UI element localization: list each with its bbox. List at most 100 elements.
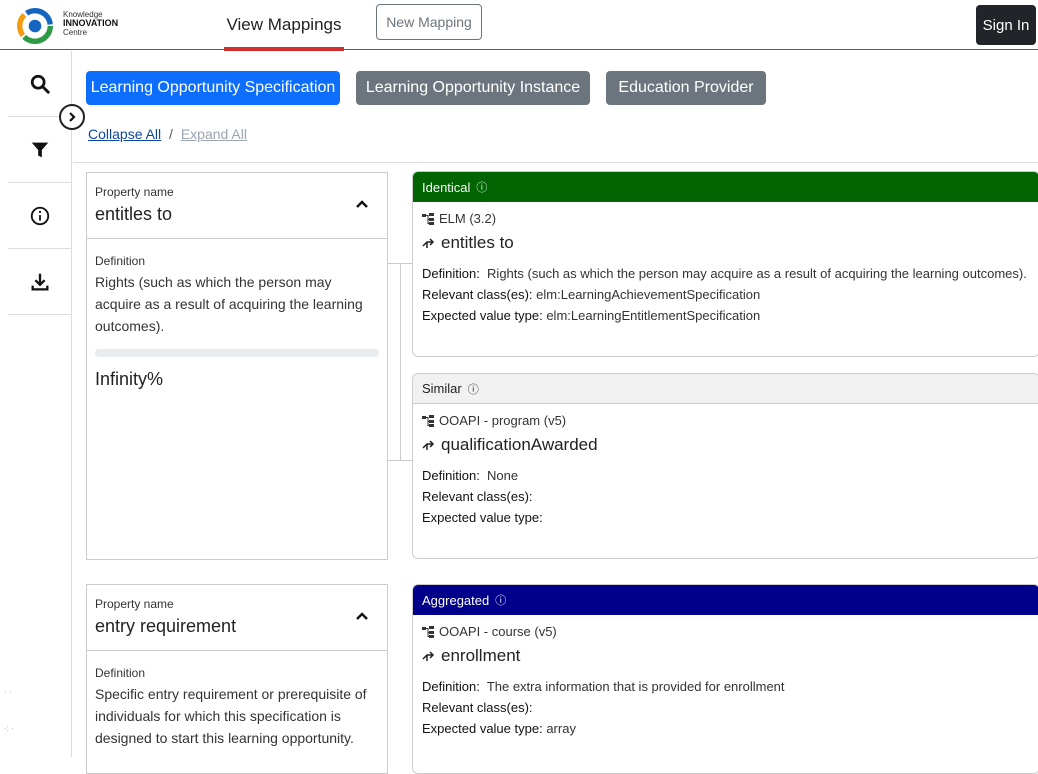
progress-text: Infinity% — [95, 369, 164, 389]
property-definition: Definition Specific entry requirement or… — [87, 651, 387, 749]
classes-row: Relevant class(es): — [422, 697, 1030, 718]
property-name-label: Property name — [95, 185, 174, 199]
mapping-type-header: Identical ⓘ — [413, 172, 1038, 202]
mapping-card-identical: Identical ⓘ ELM (3.2) entitles to Defini… — [412, 171, 1038, 357]
definition-text: Specific entry requirement or prerequisi… — [95, 686, 367, 746]
tab-learning-opportunity-instance[interactable]: Learning Opportunity Instance — [356, 71, 590, 105]
value-type-label: Expected value type: — [422, 510, 543, 525]
top-navbar: Knowledge INNOVATION Centre View Mapping… — [0, 0, 1038, 51]
value-type-row: Expected value type: elm:LearningEntitle… — [422, 305, 1030, 326]
help-circle-icon[interactable]: ⓘ — [468, 381, 479, 397]
help-circle-icon[interactable]: ⓘ — [476, 179, 487, 195]
download-button[interactable] — [8, 249, 72, 315]
mapping-type-header: Aggregated ⓘ — [413, 585, 1038, 615]
classes-label: Relevant class(es): — [422, 489, 533, 504]
property-definition: Definition Rights (such as which the per… — [87, 239, 387, 390]
value-type-value: elm:LearningEntitlementSpecification — [546, 308, 761, 323]
term-name: entitles to — [441, 233, 514, 252]
mapping-body: ELM (3.2) entitles to Definition: Rights… — [413, 202, 1038, 334]
definition-label: Definition: — [422, 679, 480, 694]
mapping-body: OOAPI - program (v5) qualificationAwarde… — [413, 404, 1038, 536]
value-type-row: Expected value type: — [422, 507, 1030, 528]
value-type-value: array — [546, 721, 576, 736]
definition-row: Definition: The extra information that i… — [422, 676, 1030, 697]
expand-all-link[interactable]: Expand All — [181, 126, 247, 142]
definition-row: Definition: None — [422, 465, 1030, 486]
mapping-term: entitles to — [422, 233, 1030, 253]
source-name: OOAPI - course (v5) — [439, 624, 557, 639]
nav-view-mappings[interactable]: View Mappings — [224, 0, 344, 51]
mapping-type-header: Similar ⓘ — [413, 374, 1038, 404]
mapping-type-label: Identical — [422, 179, 471, 195]
definition-row: Definition: Rights (such as which the pe… — [422, 263, 1030, 284]
search-icon — [30, 74, 50, 94]
property-arrow-icon — [422, 238, 435, 248]
info-button[interactable] — [8, 183, 72, 249]
mapping-term: qualificationAwarded — [422, 435, 1030, 455]
value-type-label: Expected value type: — [422, 308, 543, 323]
property-card: Property name entitles to Definition Rig… — [86, 172, 388, 560]
term-name: enrollment — [441, 646, 521, 665]
definition-value: None — [487, 468, 519, 483]
separator: / — [169, 126, 173, 142]
property-name-label: Property name — [95, 597, 174, 611]
mapping-card-similar: Similar ⓘ OOAPI - program (v5) qualifica… — [412, 373, 1038, 559]
collapse-all-link[interactable]: Collapse All — [88, 126, 161, 142]
property-card: Property name entry requirement Definiti… — [86, 584, 388, 774]
chevron-up-icon[interactable] — [355, 199, 369, 209]
filter-icon — [31, 142, 49, 157]
sign-in-button[interactable]: Sign In — [976, 5, 1036, 45]
definition-value: Rights (such as which the person may acq… — [487, 266, 1027, 281]
brand-line-3: Centre — [63, 28, 88, 37]
knowledge-innovation-centre-logo[interactable] — [16, 8, 54, 44]
mapping-source: OOAPI - program (v5) — [422, 413, 1030, 428]
connector-line — [388, 460, 412, 461]
classes-row: Relevant class(es): elm:LearningAchievem… — [422, 284, 1030, 305]
classes-label: Relevant class(es): — [422, 700, 533, 715]
progress-bar — [95, 349, 379, 357]
mapping-type-label: Similar — [422, 381, 462, 396]
connector-line — [400, 263, 401, 460]
definition-text: Rights (such as which the person may acq… — [95, 274, 363, 334]
chevron-up-icon[interactable] — [355, 611, 369, 621]
classes-value: elm:LearningAchievementSpecification — [536, 287, 761, 302]
tab-learning-opportunity-specification[interactable]: Learning Opportunity Specification — [86, 71, 340, 105]
sidebar — [0, 51, 72, 757]
collapse-expand-controls: Collapse All / Expand All — [88, 126, 247, 142]
tab-bar: Learning Opportunity Specification Learn… — [86, 71, 782, 105]
mapping-body: OOAPI - course (v5) enrollment Definitio… — [413, 615, 1038, 747]
classes-row: Relevant class(es): — [422, 486, 1030, 507]
property-header[interactable]: Property name entitles to — [87, 173, 387, 239]
source-name: ELM (3.2) — [439, 211, 497, 226]
schema-icon — [422, 212, 434, 225]
mapping-type-label: Aggregated — [422, 592, 490, 608]
edge-artifact: ·: · — [4, 724, 14, 733]
classes-label: Relevant class(es): — [422, 287, 533, 302]
mapping-card-aggregated: Aggregated ⓘ OOAPI - course (v5) enrollm… — [412, 584, 1038, 774]
definition-label: Definition: — [422, 266, 480, 281]
new-mapping-button[interactable]: New Mapping — [376, 4, 482, 40]
value-type-label: Expected value type: — [422, 721, 543, 736]
value-type-row: Expected value type: array — [422, 718, 1030, 739]
info-icon — [30, 206, 50, 225]
mapping-source: ELM (3.2) — [422, 211, 1030, 226]
property-header[interactable]: Property name entry requirement — [87, 585, 387, 651]
brand-text: Knowledge INNOVATION Centre — [63, 10, 118, 37]
schema-icon — [422, 414, 434, 427]
tab-education-provider[interactable]: Education Provider — [606, 71, 766, 105]
property-arrow-icon — [422, 440, 435, 450]
property-name: entry requirement — [95, 616, 237, 636]
edge-artifact: · · — [4, 688, 12, 697]
definition-label: Definition — [95, 666, 146, 680]
help-circle-icon[interactable]: ⓘ — [495, 592, 506, 608]
mapping-source: OOAPI - course (v5) — [422, 624, 1030, 639]
sidebar-toggle-button[interactable] — [59, 104, 85, 130]
chevron-right-icon — [69, 112, 76, 122]
property-name: entitles to — [95, 204, 173, 224]
filter-button[interactable] — [8, 117, 72, 183]
definition-label: Definition — [95, 254, 146, 268]
property-arrow-icon — [422, 651, 435, 661]
divider — [73, 162, 1038, 163]
download-icon — [31, 273, 49, 290]
definition-label: Definition: — [422, 468, 480, 483]
